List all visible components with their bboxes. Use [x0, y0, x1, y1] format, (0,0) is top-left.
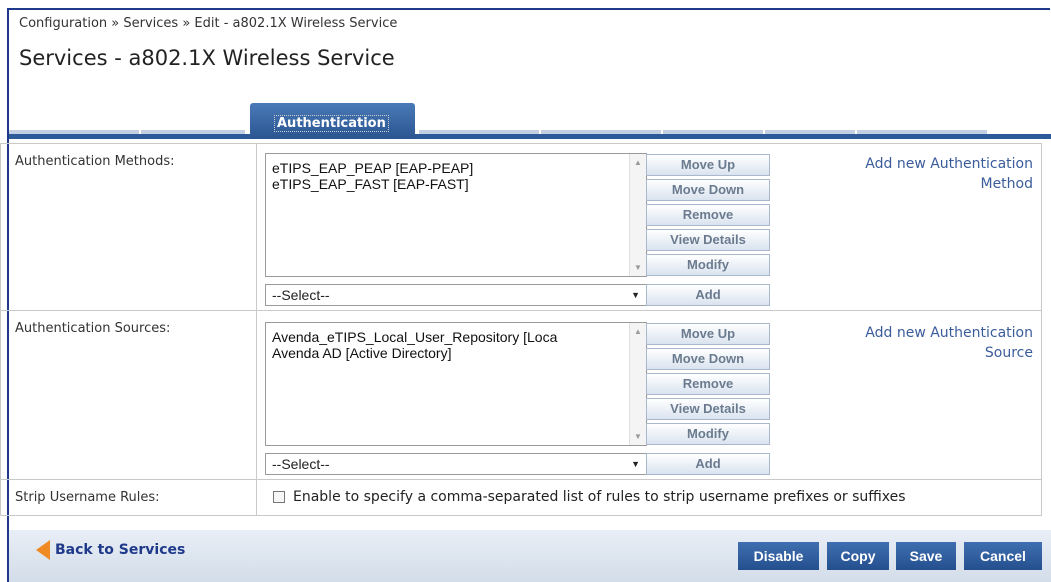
add-new-authentication-source-link[interactable]: Add new Authentication Source — [823, 323, 1033, 363]
row-label-cell: Strip Username Rules: — [1, 480, 257, 515]
sources-remove-button[interactable]: Remove — [646, 373, 770, 395]
link-text-line1: Add new Authentication — [865, 156, 1033, 172]
link-text-line2: Method — [980, 176, 1033, 192]
authentication-methods-listbox[interactable]: eTIPS_EAP_PEAP [EAP-PEAP] eTIPS_EAP_FAST… — [265, 153, 647, 277]
chevron-down-icon: ▼ — [631, 290, 640, 300]
strip-username-rules-label: Strip Username Rules: — [15, 490, 160, 505]
select-value: --Select-- — [272, 287, 330, 303]
sources-add-button[interactable]: Add — [646, 453, 770, 475]
listbox-scrollbar[interactable]: ▲ ▼ — [629, 154, 646, 276]
strip-username-checkbox[interactable] — [273, 491, 285, 503]
cancel-button[interactable]: Cancel — [964, 542, 1042, 570]
strip-username-rules-row: Strip Username Rules: Enable to specify … — [0, 479, 1042, 516]
scroll-up-icon[interactable]: ▲ — [634, 158, 642, 167]
sources-modify-button[interactable]: Modify — [646, 423, 770, 445]
authentication-sources-listbox[interactable]: Avenda_eTIPS_Local_User_Repository [Loca… — [265, 322, 647, 446]
tab-authentication-label: Authentication — [274, 115, 389, 132]
select-value: --Select-- — [272, 456, 330, 472]
copy-button[interactable]: Copy — [827, 542, 889, 570]
authentication-methods-row: Authentication Methods: eTIPS_EAP_PEAP [… — [0, 143, 1042, 311]
authentication-method-select[interactable]: --Select-- ▼ — [265, 284, 647, 306]
tab-underline — [9, 134, 1051, 139]
scroll-down-icon[interactable]: ▼ — [634, 263, 642, 272]
footer-bar: Back to Services Disable Copy Save Cance… — [9, 530, 1051, 582]
methods-move-up-button[interactable]: Move Up — [646, 154, 770, 176]
save-button[interactable]: Save — [896, 542, 956, 570]
back-arrow-icon[interactable] — [36, 540, 50, 560]
sources-view-details-button[interactable]: View Details — [646, 398, 770, 420]
breadcrumb[interactable]: Configuration » Services » Edit - a802.1… — [19, 16, 397, 31]
list-item[interactable]: eTIPS_EAP_PEAP [EAP-PEAP] — [272, 160, 473, 176]
methods-add-button[interactable]: Add — [646, 284, 770, 306]
sources-move-down-button[interactable]: Move Down — [646, 348, 770, 370]
scroll-down-icon[interactable]: ▼ — [634, 432, 642, 441]
sources-move-up-button[interactable]: Move Up — [646, 323, 770, 345]
row-label-cell: Authentication Methods: — [1, 144, 257, 310]
chevron-down-icon: ▼ — [631, 459, 640, 469]
add-new-authentication-method-link[interactable]: Add new Authentication Method — [823, 154, 1033, 194]
list-item[interactable]: Avenda_eTIPS_Local_User_Repository [Loca — [272, 329, 557, 345]
authentication-methods-label: Authentication Methods: — [15, 154, 175, 169]
tab-authentication[interactable]: Authentication — [250, 103, 415, 139]
authentication-source-select[interactable]: --Select-- ▼ — [265, 453, 647, 475]
back-to-services-link[interactable]: Back to Services — [55, 542, 185, 558]
authentication-sources-row: Authentication Sources: Avenda_eTIPS_Loc… — [0, 310, 1042, 480]
row-label-cell: Authentication Sources: — [1, 311, 257, 479]
link-text-line1: Add new Authentication — [865, 325, 1033, 341]
strip-username-checkbox-label[interactable]: Enable to specify a comma-separated list… — [293, 489, 906, 505]
list-item[interactable]: eTIPS_EAP_FAST [EAP-FAST] — [272, 176, 469, 192]
listbox-scrollbar[interactable]: ▲ ▼ — [629, 323, 646, 445]
list-item[interactable]: Avenda AD [Active Directory] — [272, 345, 451, 361]
disable-button[interactable]: Disable — [738, 542, 819, 570]
methods-modify-button[interactable]: Modify — [646, 254, 770, 276]
tab-bar: Authentication — [9, 103, 1051, 139]
page-title: Services - a802.1X Wireless Service — [19, 46, 395, 70]
link-text-line2: Source — [984, 345, 1033, 361]
methods-move-down-button[interactable]: Move Down — [646, 179, 770, 201]
scroll-up-icon[interactable]: ▲ — [634, 327, 642, 336]
methods-remove-button[interactable]: Remove — [646, 204, 770, 226]
authentication-sources-label: Authentication Sources: — [15, 321, 171, 336]
methods-view-details-button[interactable]: View Details — [646, 229, 770, 251]
